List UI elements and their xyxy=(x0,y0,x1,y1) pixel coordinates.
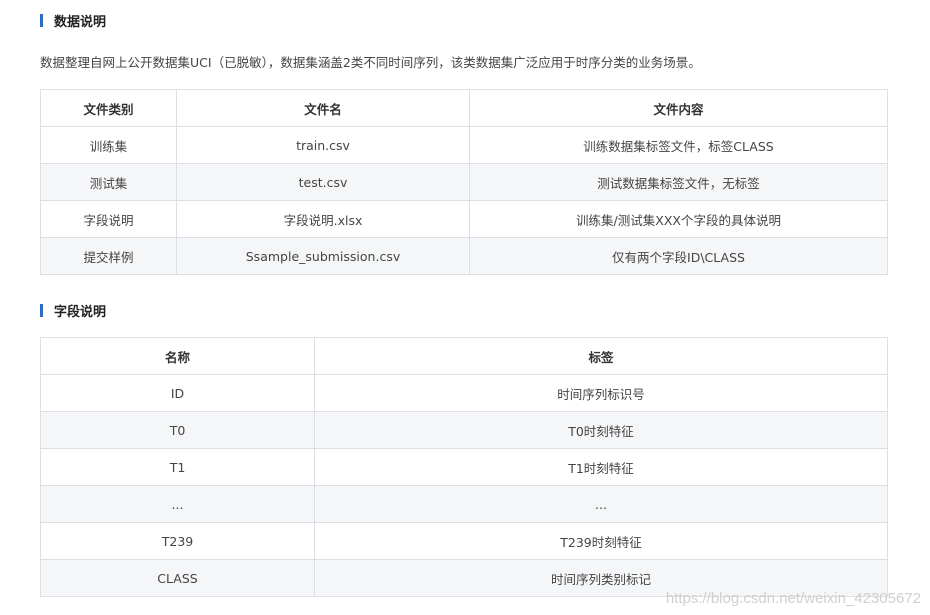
field-name-cell: T0 xyxy=(40,411,315,449)
field-label-cell: T1时刻特征 xyxy=(314,448,888,486)
field-label-cell: T239时刻特征 xyxy=(314,522,888,560)
field-label-cell: T0时刻特征 xyxy=(314,411,888,449)
column-header: 文件内容 xyxy=(469,89,888,127)
section-title-field-description: 字段说明 xyxy=(40,302,107,320)
section-accent-bar xyxy=(40,13,43,27)
file-name-cell: train.csv xyxy=(176,126,470,164)
data-description-paragraph: 数据整理自网上公开数据集UCI（已脱敏），数据集涵盖2类不同时间序列，该类数据集… xyxy=(40,55,701,70)
section-title-data-description: 数据说明 xyxy=(40,12,107,30)
table-row: T0 T0时刻特征 xyxy=(40,411,888,449)
column-header: 名称 xyxy=(40,337,315,375)
file-name-cell: 字段说明.xlsx xyxy=(176,200,470,238)
section-accent-bar xyxy=(40,303,43,317)
file-category-cell: 字段说明 xyxy=(40,200,177,238)
field-label-cell: 时间序列标识号 xyxy=(314,374,888,412)
table-row: 测试集 test.csv 测试数据集标签文件，无标签 xyxy=(40,163,888,201)
column-header: 标签 xyxy=(314,337,888,375)
file-content-cell: 测试数据集标签文件，无标签 xyxy=(469,163,888,201)
section-title-text: 字段说明 xyxy=(54,304,107,320)
field-name-cell: ID xyxy=(40,374,315,412)
table-row: ID 时间序列标识号 xyxy=(40,374,888,412)
file-content-cell: 训练数据集标签文件，标签CLASS xyxy=(469,126,888,164)
field-name-cell: ... xyxy=(40,485,315,523)
file-name-cell: Ssample_submission.csv xyxy=(176,237,470,275)
file-content-cell: 训练集/测试集XXX个字段的具体说明 xyxy=(469,200,888,238)
table-row: 训练集 train.csv 训练数据集标签文件，标签CLASS xyxy=(40,126,888,164)
section-title-text: 数据说明 xyxy=(54,14,107,30)
field-name-cell: T1 xyxy=(40,448,315,486)
table-row: 提交样例 Ssample_submission.csv 仅有两个字段ID\CLA… xyxy=(40,237,888,275)
field-name-cell: CLASS xyxy=(40,559,315,597)
table-row: ... ... xyxy=(40,485,888,523)
table-row: T1 T1时刻特征 xyxy=(40,448,888,486)
file-category-cell: 测试集 xyxy=(40,163,177,201)
table-header-row: 文件类别 文件名 文件内容 xyxy=(40,89,888,127)
watermark: https://blog.csdn.net/weixin_42305672 xyxy=(665,590,921,607)
file-category-cell: 提交样例 xyxy=(40,237,177,275)
table-row: T239 T239时刻特征 xyxy=(40,522,888,560)
file-category-cell: 训练集 xyxy=(40,126,177,164)
table-header-row: 名称 标签 xyxy=(40,337,888,375)
file-name-cell: test.csv xyxy=(176,163,470,201)
file-content-cell: 仅有两个字段ID\CLASS xyxy=(469,237,888,275)
column-header: 文件类别 xyxy=(40,89,177,127)
files-table: 文件类别 文件名 文件内容 训练集 train.csv 训练数据集标签文件，标签… xyxy=(40,89,888,275)
field-label-cell: ... xyxy=(314,485,888,523)
column-header: 文件名 xyxy=(176,89,470,127)
fields-table: 名称 标签 ID 时间序列标识号 T0 T0时刻特征 T1 T1时刻特征 ...… xyxy=(40,337,888,597)
field-name-cell: T239 xyxy=(40,522,315,560)
table-row: 字段说明 字段说明.xlsx 训练集/测试集XXX个字段的具体说明 xyxy=(40,200,888,238)
